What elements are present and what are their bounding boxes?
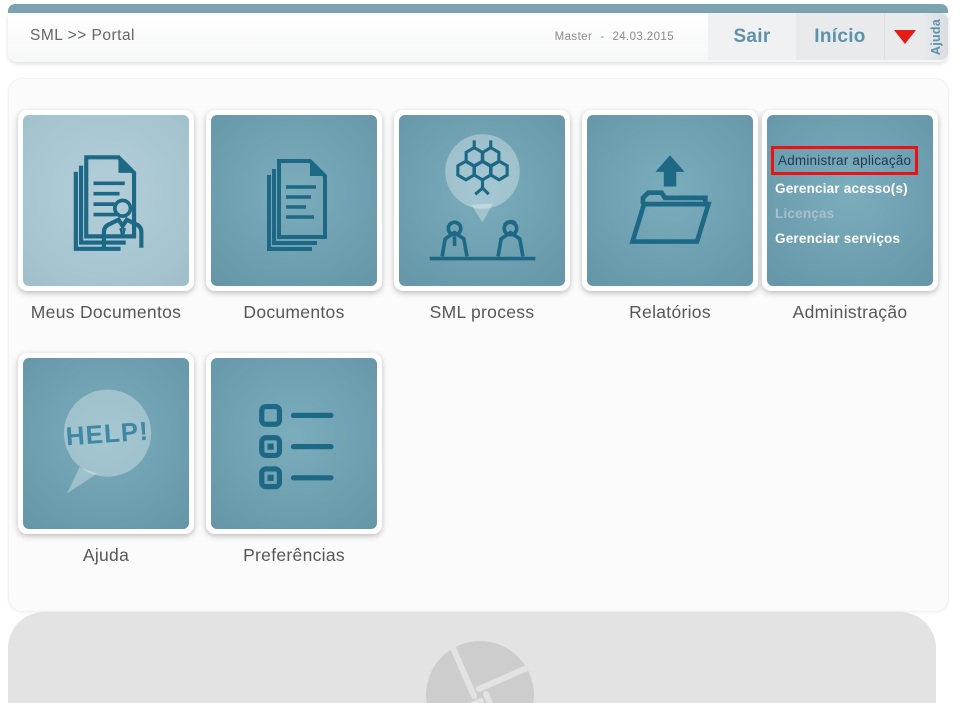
- tile-sml-process[interactable]: [394, 110, 570, 291]
- tile-face: [587, 115, 753, 286]
- tile-face: [23, 115, 189, 286]
- tile-label: Preferências: [199, 545, 389, 566]
- separator: -: [600, 31, 604, 43]
- tile-label: Administração: [755, 302, 945, 323]
- process-discussion-icon: [415, 128, 550, 273]
- tile-preferencias[interactable]: [206, 353, 382, 534]
- session-date: 24.03.2015: [612, 31, 674, 43]
- tile-relatorios[interactable]: [582, 110, 758, 291]
- help-bubble-icon: HELP!: [39, 376, 174, 511]
- header-bar: SML >> Portal Master-24.03.2015 Sair Iní…: [8, 13, 948, 62]
- help-side-tab[interactable]: Ajuda: [924, 13, 948, 60]
- logout-button[interactable]: Sair: [708, 13, 796, 60]
- user-date-info: Master-24.03.2015: [551, 31, 678, 43]
- my-documents-icon: [54, 149, 158, 253]
- logout-label: Sair: [733, 26, 770, 48]
- tile-label: Documentos: [199, 302, 389, 323]
- tile-face: [399, 115, 565, 286]
- footer: [8, 612, 936, 703]
- home-label: Início: [814, 26, 865, 48]
- portal-page: SML >> Portal Master-24.03.2015 Sair Iní…: [0, 0, 960, 703]
- breadcrumb: SML >> Portal: [30, 27, 135, 45]
- admin-menu-item-administrar-aplicacao[interactable]: Administrar aplicação: [771, 146, 918, 175]
- admin-menu-item-licencas[interactable]: Licenças: [775, 205, 933, 222]
- admin-menu-item-gerenciar-acessos[interactable]: Gerenciar acesso(s): [775, 180, 933, 197]
- tile-face: Administrar aplicação Gerenciar acesso(s…: [767, 115, 933, 286]
- tile-label: Ajuda: [11, 545, 201, 566]
- documents-stack-icon: [244, 151, 344, 251]
- red-triangle-down-icon: [894, 30, 916, 44]
- tile-documentos[interactable]: [206, 110, 382, 291]
- tile-meus-documentos[interactable]: [18, 110, 194, 291]
- help-text: HELP!: [64, 416, 149, 452]
- tile-face: [211, 358, 377, 529]
- admin-menu: Administrar aplicação Gerenciar acesso(s…: [767, 115, 933, 286]
- help-tab-label: Ajuda: [929, 18, 943, 54]
- dropdown-arrow-button[interactable]: [884, 13, 924, 60]
- tile-label: SML process: [387, 302, 577, 323]
- tile-face: [211, 115, 377, 286]
- footer-logo: [415, 637, 545, 703]
- tile-face: HELP!: [23, 358, 189, 529]
- admin-menu-item-gerenciar-servicos[interactable]: Gerenciar serviços: [775, 230, 933, 247]
- tile-label: Relatórios: [575, 302, 765, 323]
- home-button[interactable]: Início: [796, 13, 884, 60]
- tile-label: Meus Documentos: [11, 302, 201, 323]
- tile-administracao[interactable]: Administrar aplicação Gerenciar acesso(s…: [762, 110, 938, 291]
- header-top-strip: [8, 4, 948, 13]
- tile-ajuda[interactable]: HELP!: [18, 353, 194, 534]
- pinwheel-logo-icon: [415, 637, 545, 703]
- user-name: Master: [555, 31, 593, 43]
- checklist-icon: [242, 392, 346, 496]
- folder-upload-icon: [618, 149, 722, 253]
